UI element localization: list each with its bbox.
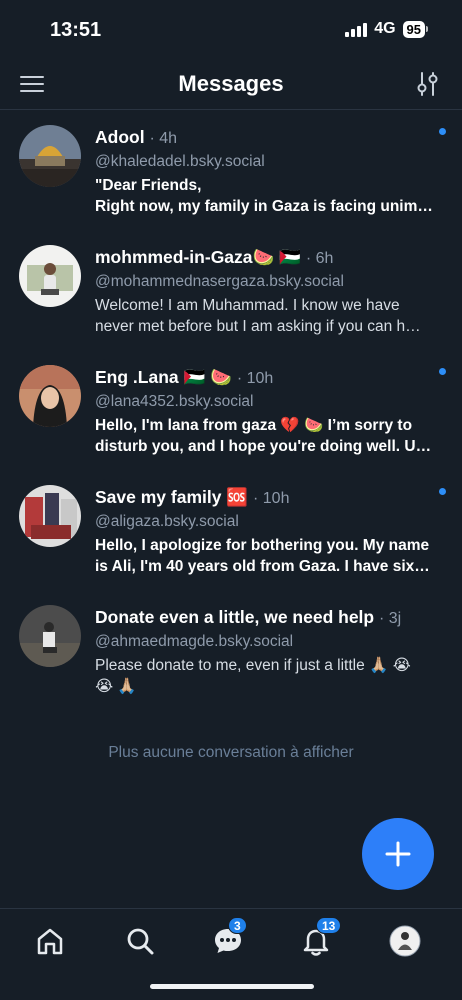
signal-icon — [345, 21, 368, 37]
battery-icon: 95 — [402, 20, 428, 38]
status-indicators: 4G 95 — [345, 20, 428, 38]
header: Messages — [0, 60, 462, 110]
message-preview: Hello, I apologize for bothering you. My… — [95, 537, 430, 575]
conversation-time: · 6h — [305, 250, 334, 267]
profile-avatar[interactable] — [389, 925, 421, 957]
conversation-time: · 10h — [236, 370, 274, 387]
conversation-handle: @aligaza.bsky.social — [95, 513, 239, 530]
plus-icon — [385, 841, 411, 867]
home-icon[interactable] — [34, 925, 66, 957]
conversation-item[interactable]: Donate even a little, we need help · 3j … — [0, 591, 462, 711]
conversation-time: · 3j — [378, 610, 402, 627]
unread-dot — [439, 488, 446, 495]
conversation-time: · 4h — [149, 130, 178, 147]
conversation-name: mohmmed-in-Gaza🍉 🇵🇸 — [95, 247, 301, 267]
avatar[interactable] — [19, 125, 81, 187]
battery-level: 95 — [402, 20, 425, 38]
avatar[interactable] — [19, 485, 81, 547]
conversation-name: Donate even a little, we need help — [95, 607, 375, 627]
conversation-item[interactable]: Adool · 4h @khaledadel.bsky.social "Dear… — [0, 111, 462, 231]
conversation-name: Eng .Lana 🇵🇸 🍉 — [95, 367, 232, 387]
avatar[interactable] — [19, 245, 81, 307]
avatar[interactable] — [19, 365, 81, 427]
unread-dot — [439, 128, 446, 135]
conversation-item[interactable]: Eng .Lana 🇵🇸 🍉 · 10h @lana4352.bsky.soci… — [0, 351, 462, 471]
message-preview: Welcome! I am Muhammad. I know we have n… — [95, 297, 421, 335]
search-icon[interactable] — [124, 925, 156, 957]
conversation-time: · 10h — [253, 490, 290, 507]
conversation-handle: @lana4352.bsky.social — [95, 393, 254, 410]
message-preview: Hello, I'm lana from gaza 💔 🍉 I’m sorry … — [95, 417, 432, 455]
conversation-name: Save my family 🆘 — [95, 487, 249, 507]
conversation-item[interactable]: Save my family 🆘 · 10h @aligaza.bsky.soc… — [0, 471, 462, 591]
network-label: 4G — [374, 20, 396, 37]
avatar[interactable] — [19, 605, 81, 667]
conversation-handle: @khaledadel.bsky.social — [95, 153, 265, 170]
conversation-handle: @ahmaedmagde.bsky.social — [95, 633, 294, 650]
chat-icon[interactable]: 3 — [212, 917, 247, 957]
empty-list-note: Plus aucune conversation à afficher — [108, 744, 354, 761]
sliders-icon[interactable] — [416, 71, 440, 97]
new-message-button[interactable] — [362, 818, 434, 890]
message-preview: Please donate to me, even if just a litt… — [95, 657, 411, 695]
status-time: 13:51 — [50, 19, 102, 41]
notifications-badge: 13 — [316, 917, 342, 934]
conversation-handle: @mohammednasergaza.bsky.social — [95, 273, 344, 290]
page-title: Messages — [178, 71, 284, 96]
unread-dot — [439, 368, 446, 375]
conversation-item[interactable]: mohmmed-in-Gaza🍉 🇵🇸 · 6h @mohammednaserg… — [0, 231, 462, 351]
message-preview: "Dear Friends, Right now, my family in G… — [95, 177, 433, 215]
conversation-name: Adool — [95, 127, 145, 147]
status-bar: 13:51 4G 95 — [0, 0, 462, 60]
chat-badge: 3 — [228, 917, 247, 934]
bell-icon[interactable]: 13 — [300, 917, 342, 957]
home-indicator — [150, 984, 314, 989]
conversation-list: Adool · 4h @khaledadel.bsky.social "Dear… — [0, 111, 462, 711]
